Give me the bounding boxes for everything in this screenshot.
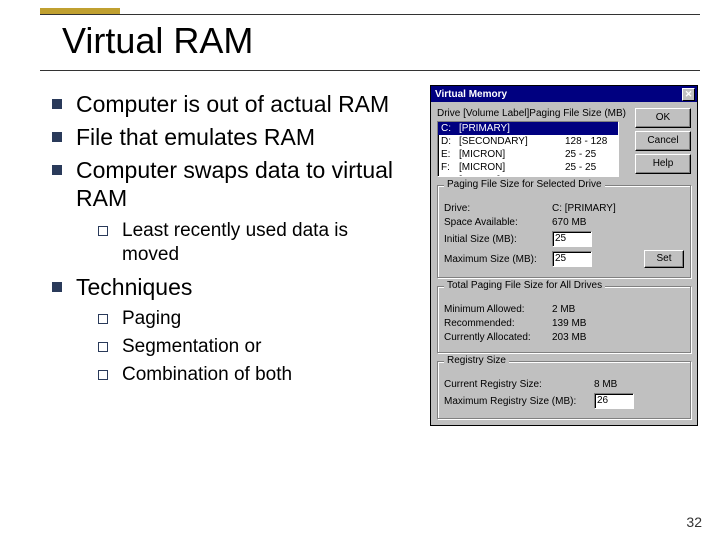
close-glyph: ✕ xyxy=(685,90,693,99)
bullet-4-sub-1: Paging xyxy=(76,307,408,331)
max-size-label: Maximum Size (MB): xyxy=(444,254,552,265)
cancel-button[interactable]: Cancel xyxy=(635,131,691,151)
currently-allocated-label: Currently Allocated: xyxy=(444,332,552,343)
list-item[interactable]: C: [PRIMARY] xyxy=(438,122,618,135)
current-registry-label: Current Registry Size: xyxy=(444,379,594,390)
current-registry-value: 8 MB xyxy=(594,379,617,390)
space-value: 670 MB xyxy=(552,217,586,228)
drive-volume: [ZIP-100] xyxy=(459,174,565,177)
virtual-memory-dialog: Virtual Memory ✕ OK Cancel Help Drive [V… xyxy=(430,85,698,426)
drive-header-label: Drive [Volume Label] xyxy=(437,108,529,119)
group-registry: Registry Size Current Registry Size:8 MB… xyxy=(437,361,691,419)
recommended-label: Recommended: xyxy=(444,318,552,329)
initial-size-input[interactable]: 25 xyxy=(552,231,592,247)
ok-button[interactable]: OK xyxy=(635,108,691,128)
paging-header-label: Paging File Size (MB) xyxy=(529,108,626,119)
drive-letter: G: xyxy=(441,174,459,177)
initial-size-label: Initial Size (MB): xyxy=(444,234,552,245)
recommended-value: 139 MB xyxy=(552,318,586,329)
drive-label: Drive: xyxy=(444,203,552,214)
dialog-title: Virtual Memory xyxy=(435,89,507,100)
slide-content: Computer is out of actual RAM File that … xyxy=(48,90,408,393)
min-allowed-label: Minimum Allowed: xyxy=(444,304,552,315)
group-legend: Total Paging File Size for All Drives xyxy=(444,280,605,291)
bullet-4-text: Techniques xyxy=(76,274,192,300)
bullet-2: File that emulates RAM xyxy=(48,123,408,152)
list-item[interactable]: D: [SECONDARY] 128 - 128 xyxy=(438,135,618,148)
bullet-4-sub-3: Combination of both xyxy=(76,363,408,387)
bullet-3: Computer swaps data to virtual RAM Least… xyxy=(48,156,408,267)
group-legend: Registry Size xyxy=(444,355,509,366)
title-underline xyxy=(40,70,700,71)
group-selected-drive: Paging File Size for Selected Drive Driv… xyxy=(437,185,691,278)
drive-size xyxy=(565,122,615,135)
help-button[interactable]: Help xyxy=(635,154,691,174)
slide-title: Virtual RAM xyxy=(62,20,253,62)
max-registry-label: Maximum Registry Size (MB): xyxy=(444,396,594,407)
close-icon[interactable]: ✕ xyxy=(682,88,695,101)
group-total: Total Paging File Size for All Drives Mi… xyxy=(437,286,691,353)
drive-volume: [PRIMARY] xyxy=(459,122,565,135)
drive-volume: [MICRON] xyxy=(459,161,565,174)
list-item[interactable]: E: [MICRON] 25 - 25 xyxy=(438,148,618,161)
bullet-3-sub-1: Least recently used data is moved xyxy=(76,219,408,267)
drive-size: 25 - 25 xyxy=(565,161,615,174)
list-item[interactable]: G: [ZIP-100] xyxy=(438,174,618,177)
drive-size: 25 - 25 xyxy=(565,148,615,161)
drive-size: 128 - 128 xyxy=(565,135,615,148)
max-registry-input[interactable]: 26 xyxy=(594,393,634,409)
drive-volume: [SECONDARY] xyxy=(459,135,565,148)
bullet-1: Computer is out of actual RAM xyxy=(48,90,408,119)
max-size-input[interactable]: 25 xyxy=(552,251,592,267)
min-allowed-value: 2 MB xyxy=(552,304,575,315)
drive-size xyxy=(565,174,615,177)
drive-letter: C: xyxy=(441,122,459,135)
space-label: Space Available: xyxy=(444,217,552,228)
dialog-titlebar[interactable]: Virtual Memory ✕ xyxy=(431,86,697,102)
drive-letter: F: xyxy=(441,161,459,174)
drive-listbox[interactable]: C: [PRIMARY] D: [SECONDARY] 128 - 128 E:… xyxy=(437,121,619,177)
group-legend: Paging File Size for Selected Drive xyxy=(444,179,605,190)
drive-letter: D: xyxy=(441,135,459,148)
drive-volume: [MICRON] xyxy=(459,148,565,161)
bullet-4-sub-2: Segmentation or xyxy=(76,335,408,359)
page-number: 32 xyxy=(686,514,702,530)
drive-letter: E: xyxy=(441,148,459,161)
bullet-4: Techniques Paging Segmentation or Combin… xyxy=(48,273,408,387)
title-top-rule xyxy=(40,14,700,15)
set-button[interactable]: Set xyxy=(644,250,684,268)
bullet-3-text: Computer swaps data to virtual RAM xyxy=(76,157,393,212)
list-item[interactable]: F: [MICRON] 25 - 25 xyxy=(438,161,618,174)
currently-allocated-value: 203 MB xyxy=(552,332,586,343)
drive-value: C: [PRIMARY] xyxy=(552,203,616,214)
